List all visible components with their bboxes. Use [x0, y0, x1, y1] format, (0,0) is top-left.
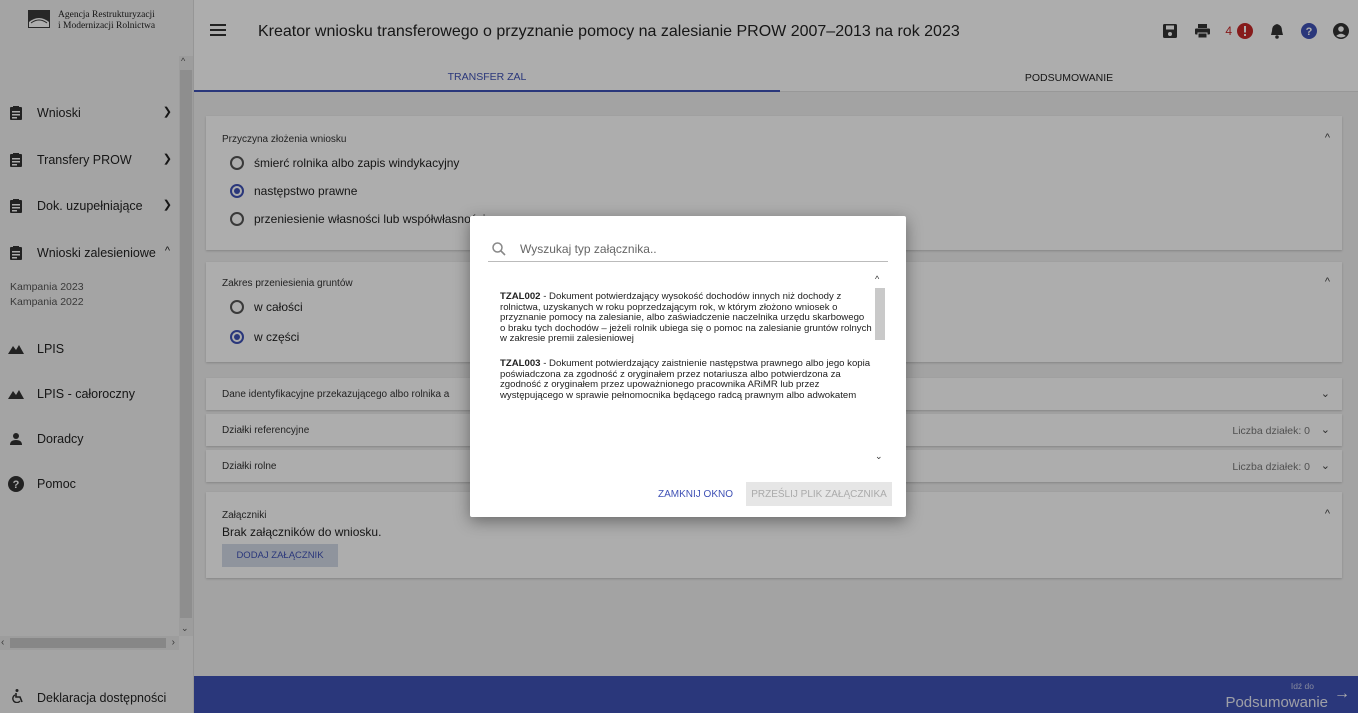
close-dialog-button[interactable]: ZAMKNIJ OKNO — [658, 483, 733, 505]
attachment-code: TZAL003 — [500, 357, 541, 369]
attachment-description: - Dokument potwierdzający zaistnienie na… — [500, 357, 871, 401]
dialog-scrollbar[interactable]: ^ ⌄ — [874, 274, 886, 462]
attachment-type-option[interactable]: TZAL002 - Dokument potwierdzający wysoko… — [500, 291, 872, 345]
scroll-down-icon[interactable]: ⌄ — [875, 451, 883, 462]
attachment-type-option[interactable]: TZAL003 - Dokument potwierdzający zaistn… — [500, 357, 872, 401]
attachment-type-dialog: TZAL002 - Dokument potwierdzający wysoko… — [470, 216, 906, 517]
scrollbar-thumb[interactable] — [875, 288, 885, 340]
attachment-description: - Dokument potwierdzający wysokość docho… — [500, 291, 872, 345]
attachment-code: TZAL002 — [500, 291, 541, 302]
search-icon — [492, 241, 506, 256]
scroll-up-icon[interactable]: ^ — [875, 274, 879, 284]
search-field — [488, 236, 888, 262]
search-input[interactable] — [520, 241, 880, 256]
attachment-type-list: TZAL002 - Dokument potwierdzający wysoko… — [500, 278, 872, 460]
upload-attachment-button: PRZEŚLIJ PLIK ZAŁĄCZNIKA — [746, 482, 892, 506]
